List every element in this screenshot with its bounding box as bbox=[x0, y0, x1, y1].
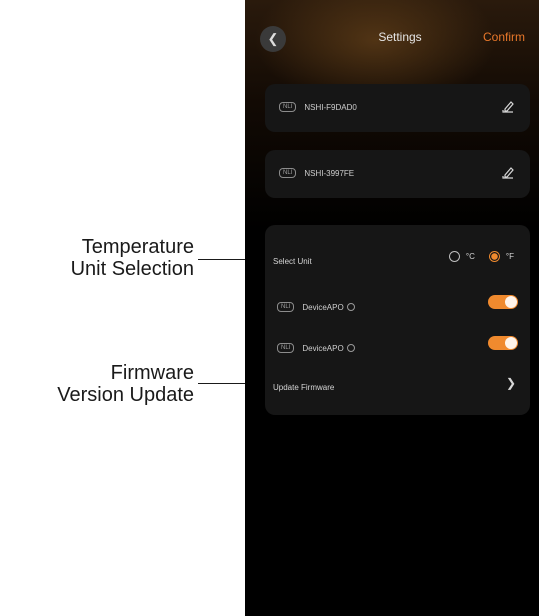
device-tag: NLI bbox=[277, 343, 295, 353]
back-button[interactable]: ❮ bbox=[260, 26, 286, 52]
device-card-1: NLI NSHI-F9DAD0 bbox=[265, 84, 530, 132]
select-unit-label: Select Unit bbox=[273, 257, 312, 266]
select-unit-row: Select Unit °C °F bbox=[273, 251, 520, 266]
chevron-right-icon: ❯ bbox=[505, 376, 516, 390]
callout-temperature-unit: Temperature Unit Selection bbox=[71, 236, 194, 280]
edit-icon[interactable] bbox=[500, 98, 516, 114]
device-tag: NLI bbox=[277, 302, 295, 312]
update-firmware-label: Update Firmware bbox=[273, 383, 335, 392]
device-tag: NLI bbox=[279, 102, 297, 112]
device-tag: NLI bbox=[279, 168, 297, 178]
radio-fahrenheit[interactable] bbox=[488, 251, 500, 262]
device-apo-label: DeviceAPO bbox=[302, 343, 344, 353]
confirm-button[interactable]: Confirm bbox=[483, 30, 525, 44]
unit-radio-group: °C °F bbox=[448, 251, 514, 262]
phone-screen: ❮ Settings Confirm NLI NSHI-F9DAD0 NLI N… bbox=[245, 0, 539, 616]
callout-line-1: Firmware bbox=[110, 362, 194, 384]
callout-firmware-update: Firmware Version Update bbox=[57, 362, 194, 406]
page-title: Settings bbox=[378, 30, 422, 44]
info-icon[interactable] bbox=[346, 344, 355, 352]
callout-line-2: Version Update bbox=[57, 384, 194, 406]
callout-line-2: Unit Selection bbox=[70, 258, 194, 280]
radio-fahrenheit-label: °F bbox=[505, 252, 514, 261]
device-apo-row-1: NLI DeviceAPO bbox=[277, 295, 520, 312]
radio-celsius-label: °C bbox=[465, 252, 475, 261]
device-name: NSHI-3997FE bbox=[304, 168, 355, 178]
back-chevron-icon: ❮ bbox=[267, 31, 279, 46]
radio-celsius[interactable] bbox=[448, 251, 460, 262]
settings-card: Select Unit °C °F NLI DeviceAPO NLI Devi… bbox=[265, 225, 530, 415]
callout-line-1: Temperature bbox=[81, 236, 194, 258]
device-card-2: NLI NSHI-3997FE bbox=[265, 150, 530, 198]
device-apo-row-2: NLI DeviceAPO bbox=[277, 336, 520, 353]
device-apo-toggle-2[interactable] bbox=[488, 336, 518, 350]
device-name: NSHI-F9DAD0 bbox=[304, 102, 357, 112]
info-icon[interactable] bbox=[346, 303, 355, 311]
device-apo-toggle-1[interactable] bbox=[488, 295, 518, 309]
edit-icon[interactable] bbox=[500, 164, 516, 180]
update-firmware-row[interactable]: Update Firmware ❯ bbox=[273, 376, 520, 392]
device-apo-label: DeviceAPO bbox=[302, 302, 344, 312]
